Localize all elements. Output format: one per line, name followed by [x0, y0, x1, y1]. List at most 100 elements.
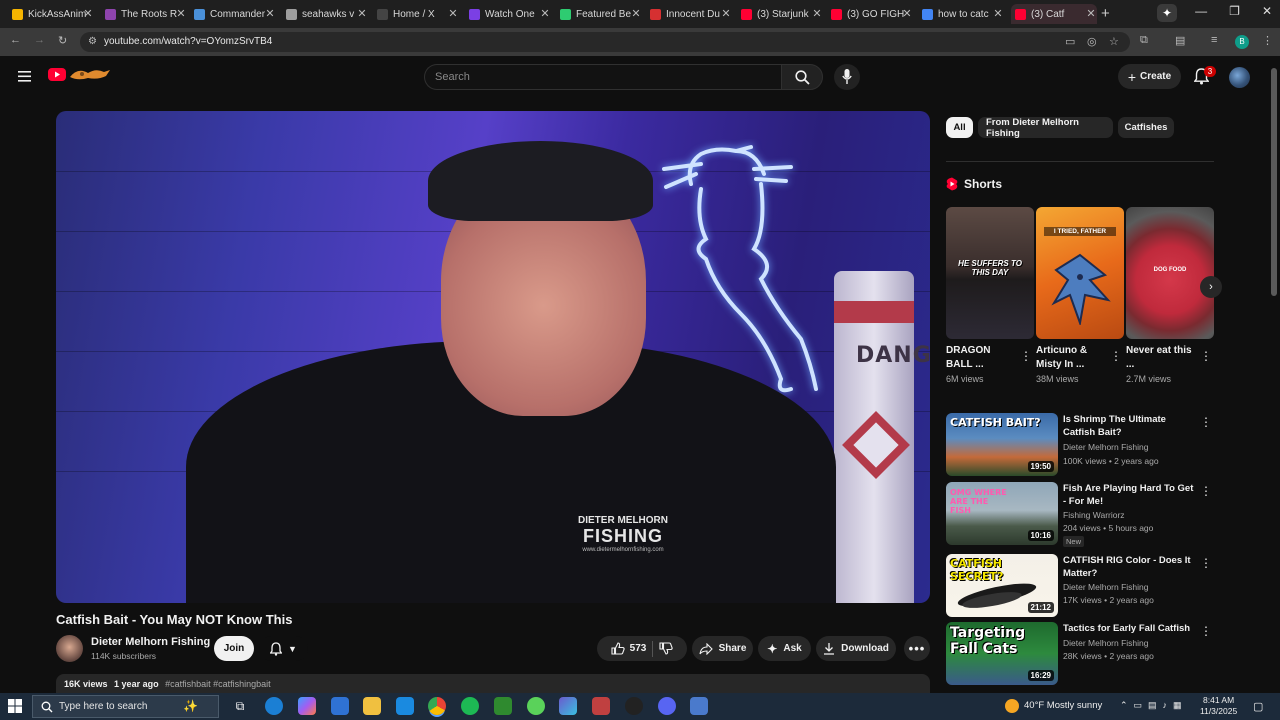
- short-card[interactable]: DOG FOOD Never eat this ... 2.7M views ⋮: [1126, 207, 1214, 384]
- channel-name[interactable]: Dieter Melhorn Fishing: [91, 636, 210, 648]
- tab-close-icon[interactable]: ✕: [630, 7, 642, 20]
- reload-icon[interactable]: ↻: [58, 34, 67, 47]
- more-vertical-icon[interactable]: ⋮: [1110, 349, 1122, 363]
- search-button[interactable]: [781, 64, 823, 90]
- xbox-game-icon[interactable]: [494, 697, 512, 715]
- recommended-video[interactable]: CATFISH SECRET? 21:12 CATFISH RIG Color …: [946, 554, 1214, 618]
- site-info-icon[interactable]: ⚙: [88, 36, 97, 47]
- short-thumbnail[interactable]: I TRIED, FATHER: [1036, 207, 1124, 339]
- recommended-title[interactable]: CATFISH RIG Color - Does It Matter?: [1063, 554, 1199, 580]
- like-button[interactable]: 573: [611, 642, 646, 655]
- more-actions-button[interactable]: •••: [904, 636, 930, 661]
- game-app-icon[interactable]: [559, 697, 577, 715]
- spotify-icon[interactable]: [461, 697, 479, 715]
- doodle-logo[interactable]: [68, 65, 112, 83]
- more-vertical-icon[interactable]: ⋮: [1200, 349, 1212, 363]
- browser-tab[interactable]: Watch One ✕: [469, 4, 551, 24]
- tab-close-icon[interactable]: ✕: [264, 7, 276, 20]
- recommended-channel[interactable]: Dieter Melhorn Fishing: [1063, 638, 1149, 648]
- address-bar[interactable]: ⚙ youtube.com/watch?v=OYomzSrvTB4 ▭ ◎ ☆: [80, 32, 1130, 52]
- media-control-icon[interactable]: ≡: [1211, 34, 1217, 46]
- tab-close-icon[interactable]: ✕: [82, 7, 94, 20]
- short-thumbnail[interactable]: HE SUFFERS TO THIS DAY: [946, 207, 1034, 339]
- notification-center-icon[interactable]: ▢: [1253, 700, 1263, 713]
- browser-tab[interactable]: seahawks v ✕: [286, 4, 368, 24]
- taskbar-clock[interactable]: 8:41 AM 11/3/2025: [1200, 695, 1237, 717]
- more-vertical-icon[interactable]: ⋮: [1200, 484, 1212, 498]
- video-thumbnail[interactable]: CATFISH BAIT? 19:50: [946, 413, 1058, 476]
- create-button[interactable]: + Create: [1118, 64, 1181, 89]
- short-title[interactable]: Articuno & Misty In ...: [1036, 344, 1106, 372]
- side-panel-icon[interactable]: ▤: [1175, 34, 1185, 47]
- search-input[interactable]: [435, 71, 765, 83]
- more-vertical-icon[interactable]: ⋮: [1200, 556, 1212, 570]
- chip-catfishes[interactable]: Catfishes: [1118, 117, 1174, 138]
- browser-tab[interactable]: (3) GO FIGH ✕: [831, 4, 913, 24]
- recommended-title[interactable]: Is Shrimp The Ultimate Catfish Bait?: [1063, 413, 1199, 439]
- thumbs-down-icon[interactable]: [659, 642, 674, 655]
- back-icon[interactable]: ←: [10, 34, 21, 46]
- outlook-icon[interactable]: [396, 697, 414, 715]
- recommended-video[interactable]: Targeting Fall Cats 16:29 Tactics for Ea…: [946, 622, 1214, 686]
- browser-tab[interactable]: (3) Catf ✕: [1011, 4, 1097, 24]
- tab-close-icon[interactable]: ✕: [720, 7, 732, 20]
- channel-avatar[interactable]: [56, 635, 83, 662]
- close-window-icon[interactable]: ✕: [1262, 4, 1272, 18]
- more-vertical-icon[interactable]: ⋮: [1200, 624, 1212, 638]
- chrome-icon[interactable]: [428, 697, 446, 715]
- tab-close-icon[interactable]: ✕: [992, 7, 1004, 20]
- join-button[interactable]: Join: [214, 636, 254, 661]
- cast-icon[interactable]: ▭: [1065, 35, 1075, 48]
- video-thumbnail[interactable]: CATFISH SECRET? 21:12: [946, 554, 1058, 617]
- minimize-icon[interactable]: —: [1195, 4, 1207, 18]
- restore-icon[interactable]: ❐: [1229, 4, 1240, 18]
- chip-from-channel[interactable]: From Dieter Melhorn Fishing: [978, 117, 1113, 139]
- system-tray-icons[interactable]: ⌃▭▤♪▦: [1120, 700, 1188, 711]
- edge-icon[interactable]: [265, 697, 283, 715]
- recommended-title[interactable]: Fish Are Playing Hard To Get - For Me!: [1063, 482, 1199, 508]
- more-vertical-icon[interactable]: ⋮: [1200, 415, 1212, 429]
- recommended-channel[interactable]: Dieter Melhorn Fishing: [1063, 582, 1149, 592]
- bookmark-star-icon[interactable]: ☆: [1109, 35, 1119, 48]
- eye-off-icon[interactable]: ◎: [1087, 35, 1097, 48]
- recommended-title[interactable]: Tactics for Early Fall Catfish: [1063, 622, 1199, 635]
- file-explorer-icon[interactable]: [363, 697, 381, 715]
- browser-tab[interactable]: (3) Starjunk ✕: [741, 4, 823, 24]
- taskbar-search-box[interactable]: ✨: [32, 695, 219, 718]
- obs-icon[interactable]: [625, 697, 643, 715]
- short-title[interactable]: Never eat this ...: [1126, 344, 1196, 372]
- browser-tab[interactable]: Home / X ✕: [377, 4, 459, 24]
- search-box[interactable]: [424, 64, 782, 90]
- chip-all[interactable]: All: [946, 117, 973, 138]
- download-button[interactable]: Download: [816, 636, 896, 661]
- browser-tab[interactable]: Innocent Du ✕: [650, 4, 732, 24]
- ask-button[interactable]: ✦ Ask: [758, 636, 811, 661]
- recommended-channel[interactable]: Fishing Warriorz: [1063, 510, 1125, 520]
- tab-close-icon[interactable]: ✕: [539, 7, 551, 20]
- hashtags[interactable]: #catfishbait #catfishingbait: [165, 679, 271, 689]
- windows-start-icon[interactable]: [8, 699, 22, 713]
- shorts-next-button[interactable]: ›: [1200, 276, 1222, 298]
- app-icon[interactable]: [690, 697, 708, 715]
- browser-tab[interactable]: Featured Be ✕: [560, 4, 642, 24]
- url-text[interactable]: youtube.com/watch?v=OYomzSrvTB4: [104, 36, 272, 47]
- tab-close-icon[interactable]: ✕: [175, 7, 187, 20]
- extensions-pin-button[interactable]: ✦: [1157, 4, 1177, 22]
- forward-icon[interactable]: →: [34, 34, 45, 46]
- taskbar-search-input[interactable]: [59, 701, 179, 712]
- browser-tab[interactable]: Commander ✕: [194, 4, 276, 24]
- browser-menu-icon[interactable]: ⋮: [1262, 34, 1273, 47]
- tab-close-icon[interactable]: ✕: [811, 7, 823, 20]
- weather-sun-icon[interactable]: [1005, 699, 1019, 713]
- page-scrollbar[interactable]: [1271, 68, 1277, 296]
- browser-tab[interactable]: KickAssAnim ✕: [12, 4, 94, 24]
- video-thumbnail[interactable]: Targeting Fall Cats 16:29: [946, 622, 1058, 685]
- browser-tab[interactable]: The Roots R ✕: [105, 4, 187, 24]
- task-view-icon[interactable]: ⧉: [231, 697, 249, 715]
- profile-avatar[interactable]: B: [1235, 35, 1249, 49]
- video-thumbnail[interactable]: OMG WHERE ARE THE FISH 10:16: [946, 482, 1058, 545]
- discord-icon[interactable]: [658, 697, 676, 715]
- short-title[interactable]: DRAGON BALL ...: [946, 344, 1016, 372]
- subscription-bell-button[interactable]: ▼: [259, 636, 308, 661]
- weather-text[interactable]: 40°F Mostly sunny: [1024, 700, 1102, 711]
